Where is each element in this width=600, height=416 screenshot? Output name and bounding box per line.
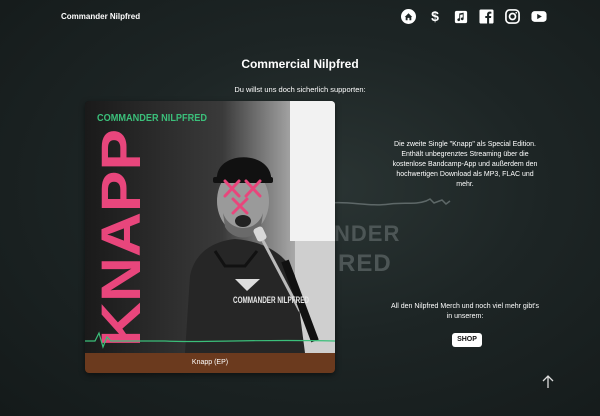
page-title: Commercial Nilpfred (241, 57, 359, 71)
band-logo-watermark: NDER RED (330, 198, 451, 277)
instagram-icon[interactable] (504, 8, 521, 25)
cover-band-name: COMMANDER NILPFRED (97, 113, 207, 124)
svg-text:$: $ (431, 9, 439, 24)
album-card[interactable]: COMMANDER NILPFRED COMMANDER NILPFRED KN… (85, 101, 335, 373)
support-subtitle: Du willst uns doch sicherlich supporten: (234, 85, 366, 94)
merch-text: All den Nilpfred Merch und noch viel meh… (390, 303, 540, 320)
brand-title[interactable]: Commander Nilpfred (61, 12, 140, 21)
facebook-icon[interactable] (478, 8, 495, 25)
social-nav: $ (400, 8, 547, 25)
home-icon[interactable] (400, 8, 417, 25)
album-caption[interactable]: Knapp (EP) (85, 353, 335, 373)
cover-title-text: KNAPP (89, 129, 152, 347)
shop-button[interactable]: SHOP (452, 333, 482, 347)
album-description: Die zweite Single "Knapp" als Special Ed… (392, 141, 538, 188)
album-cover-image[interactable]: COMMANDER NILPFRED COMMANDER NILPFRED KN… (85, 101, 335, 353)
shirt-print-text: COMMANDER NILPFRED (233, 295, 309, 305)
dollar-icon[interactable]: $ (426, 8, 443, 25)
watermark-line1: NDER (334, 221, 400, 246)
music-note-icon[interactable] (452, 8, 469, 25)
scroll-to-top-icon[interactable] (540, 374, 556, 390)
watermark-line2: RED (338, 250, 392, 277)
youtube-icon[interactable] (530, 8, 547, 25)
